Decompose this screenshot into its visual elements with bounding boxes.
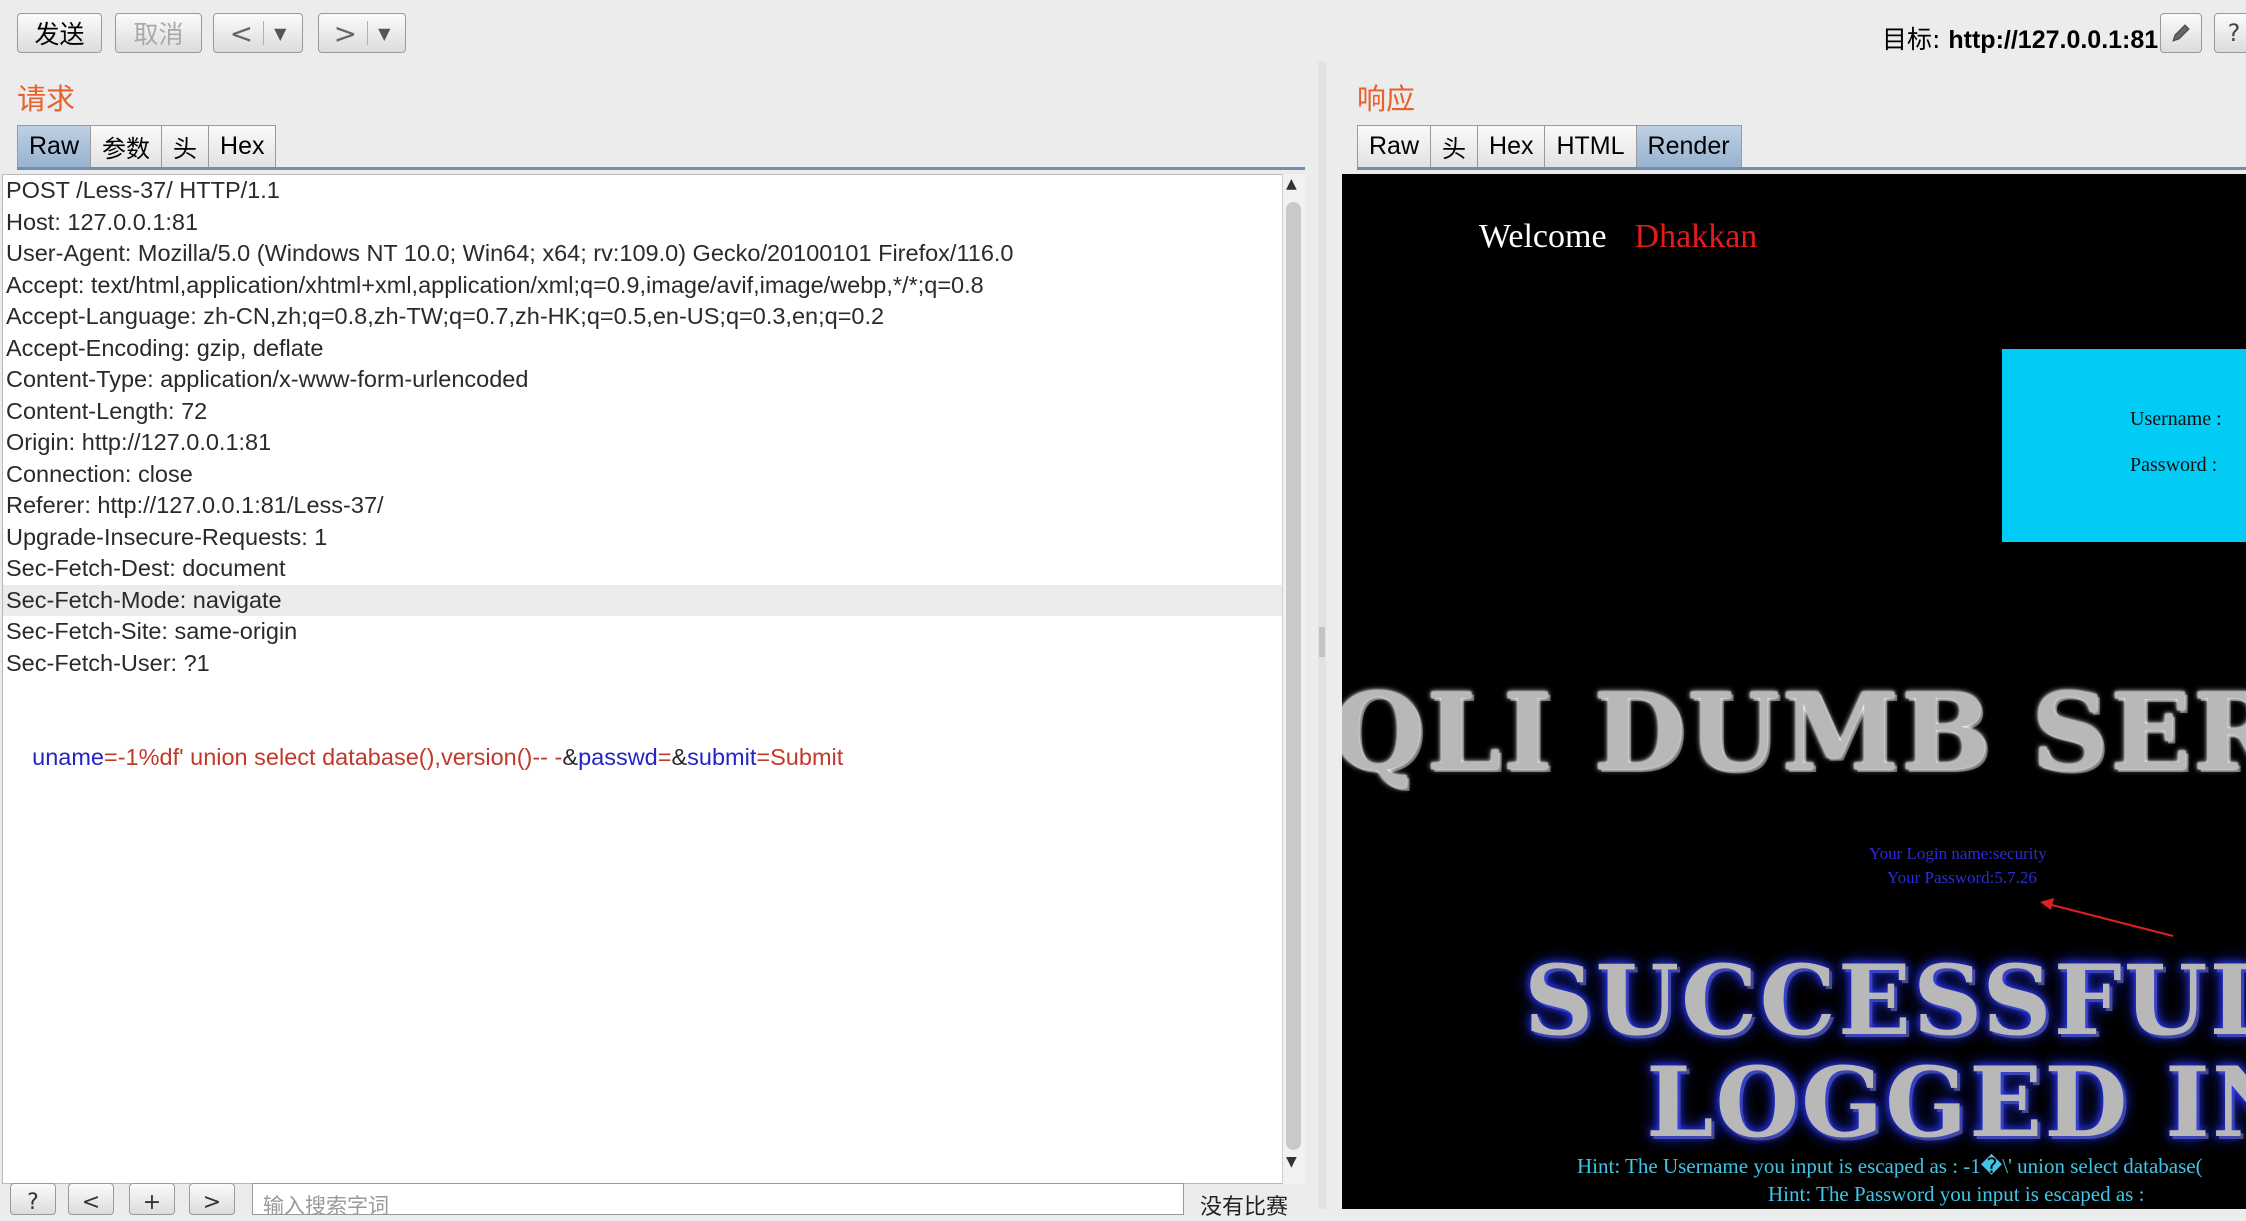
forward-button[interactable]: > ▼: [318, 13, 406, 53]
pencil-icon: [2172, 24, 2190, 42]
success-banner: SUCCESSFUL: [1524, 944, 2246, 1057]
back-arrow-icon: <: [229, 16, 254, 50]
request-line: Accept-Encoding: gzip, deflate: [6, 334, 324, 361]
panel-splitter[interactable]: [1318, 62, 1326, 1209]
request-line: [3, 679, 1303, 711]
request-editor[interactable]: POST /Less-37/ HTTP/1.1 Host: 127.0.0.1:8…: [2, 174, 1304, 1184]
tab-hex[interactable]: Hex: [208, 125, 277, 167]
tab-raw[interactable]: Raw: [17, 125, 92, 167]
target-label: 目标:: [1882, 25, 1949, 54]
request-line: Sec-Fetch-Dest: document: [6, 555, 286, 581]
request-body-line: uname=-1%df' union select database(),ver…: [3, 711, 1303, 770]
hint-username: Hint: The Username you input is escaped …: [1577, 1154, 2203, 1178]
render-view: Welcome Dhakkan Username : Password : QLI…: [1342, 174, 2246, 1209]
request-line: Referer: http://127.0.0.1:81/Less-37/: [6, 492, 384, 518]
param-separator: &: [671, 744, 688, 770]
param-equals: =: [103, 744, 118, 770]
request-line: Content-Type: application/x-www-form-url…: [6, 366, 529, 392]
search-input[interactable]: 输入搜索字词: [252, 1183, 1184, 1218]
send-button[interactable]: 发送: [17, 13, 102, 53]
param-equals: =: [657, 744, 672, 770]
request-line: Origin: http://127.0.0.1:81: [6, 429, 272, 455]
splitter-grip[interactable]: [1319, 627, 1325, 657]
request-line: Sec-Fetch-Mode: navigate: [3, 584, 1303, 616]
request-lines: POST /Less-37/ HTTP/1.1 Host: 127.0.0.1:8…: [3, 175, 1303, 711]
request-line: Sec-Fetch-User: ?1: [6, 649, 210, 676]
tab-underline: [1357, 167, 2246, 170]
tab-headers[interactable]: 头: [161, 125, 210, 167]
cancel-button[interactable]: 取消: [115, 13, 202, 53]
back-button[interactable]: < ▼: [213, 13, 303, 53]
request-line: POST /Less-37/ HTTP/1.1: [6, 177, 280, 203]
request-scrollbar[interactable]: ▲ ▼: [1282, 174, 1305, 1184]
search-add-button[interactable]: +: [129, 1183, 175, 1215]
scroll-down-icon[interactable]: ▼: [1286, 1154, 1297, 1170]
request-line: User-Agent: Mozilla/5.0 (Windows NT 10.0…: [6, 240, 1014, 266]
request-line: Upgrade-Insecure-Requests: 1: [6, 523, 328, 550]
hint-password: Hint: The Password you input is escaped …: [1768, 1182, 2145, 1206]
search-next-button[interactable]: >: [189, 1183, 235, 1215]
param-key: uname: [32, 744, 104, 770]
tab-html[interactable]: HTML: [1544, 125, 1637, 167]
request-line: Host: 127.0.0.1:81: [6, 208, 199, 235]
param-key: passwd: [578, 744, 658, 770]
scrollbar-thumb[interactable]: [1286, 202, 1301, 1150]
forward-arrow-icon: >: [333, 16, 358, 50]
response-title: 响应: [1357, 82, 1416, 116]
param-value: -1%df' union select database(),version()…: [117, 744, 563, 770]
tab-underline: [17, 167, 1305, 170]
chevron-down-icon[interactable]: ▼: [378, 24, 390, 43]
request-title: 请求: [17, 82, 76, 116]
request-line: Content-Length: 72: [6, 397, 208, 424]
logged-in-banner: LOGGED IN: [1646, 1046, 2246, 1159]
target-url: http://127.0.0.1:81: [1948, 26, 2159, 54]
divider: [263, 21, 265, 45]
search-help-button[interactable]: ?: [10, 1183, 56, 1215]
help-button[interactable]: ?: [2214, 13, 2246, 53]
param-value: Submit: [770, 744, 844, 770]
tab-headers[interactable]: 头: [1430, 125, 1479, 167]
tab-render[interactable]: Render: [1635, 125, 1742, 167]
tab-params[interactable]: 参数: [90, 125, 163, 167]
request-line: Connection: close: [6, 460, 193, 487]
request-tabs: Raw 参数 头 Hex: [17, 125, 277, 167]
param-key: submit: [687, 744, 757, 770]
request-line: Accept-Language: zh-CN,zh;q=0.8,zh-TW;q=…: [6, 303, 885, 329]
tab-raw[interactable]: Raw: [1357, 125, 1432, 167]
target-display: 目标: http://127.0.0.1:81: [1882, 20, 2158, 56]
search-status: 没有比赛: [1200, 1195, 1289, 1220]
param-separator: &: [562, 744, 579, 770]
response-tabs: Raw 头 Hex HTML Render: [1357, 125, 1742, 167]
scroll-up-icon[interactable]: ▲: [1286, 176, 1297, 192]
param-equals: =: [756, 744, 771, 770]
request-line: Accept: text/html,application/xhtml+xml,…: [6, 271, 984, 298]
divider: [367, 21, 369, 45]
edit-target-button[interactable]: [2160, 13, 2202, 53]
request-line: Sec-Fetch-Site: same-origin: [6, 618, 298, 644]
tab-hex[interactable]: Hex: [1477, 125, 1546, 167]
chevron-down-icon[interactable]: ▼: [274, 24, 286, 43]
search-prev-button[interactable]: <: [68, 1183, 114, 1215]
